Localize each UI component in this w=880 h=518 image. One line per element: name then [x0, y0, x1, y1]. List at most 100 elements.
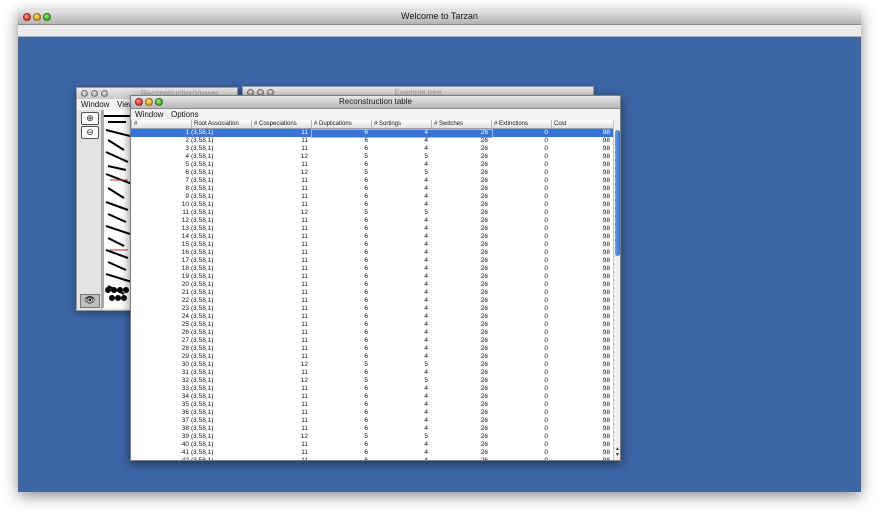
- viewer-close-button[interactable]: [81, 90, 88, 97]
- table-cell: 26: [480, 305, 488, 312]
- table-row[interactable]: 34 (3,58,1) 11 6 4 26 0 98: [131, 393, 613, 401]
- table-cell: 5: [424, 209, 428, 216]
- table-row[interactable]: 42(3,58,1) 11 6 4 26 0 98: [131, 457, 613, 460]
- table-row[interactable]: 38 (3,58,1) 11 6 4 26 0 98: [131, 425, 613, 433]
- table-cell: 4: [185, 153, 189, 160]
- viewer-menu-window[interactable]: Window: [81, 100, 109, 109]
- table-cell: 6: [364, 321, 368, 328]
- table-cell: 4: [424, 425, 428, 432]
- column-header[interactable]: Root Association: [191, 120, 251, 128]
- reconstruction-table[interactable]: # Root Association # Cospeciations # Duplic…: [131, 120, 613, 460]
- table-row[interactable]: 37 (3,58,1) 11 6 4 26 0 98: [131, 417, 613, 425]
- zoom-out-icon[interactable]: ⊖: [81, 126, 99, 139]
- table-cell: 26: [480, 233, 488, 240]
- table-cell: 6: [364, 193, 368, 200]
- vertical-scrollbar[interactable]: ▲ ▼: [613, 120, 620, 460]
- table-row[interactable]: 17 (3,58,1) 11 6 4 26 0 98: [131, 257, 613, 265]
- table-row[interactable]: 11 (3,58,1) 12 5 5 26 0 98: [131, 209, 613, 217]
- table-cell: 11: [301, 321, 308, 328]
- table-row[interactable]: 13 (3,58,1) 11 6 4 26 0 98: [131, 225, 613, 233]
- table-row[interactable]: 25 (3,58,1) 11 6 4 26 0 98: [131, 321, 613, 329]
- table-row[interactable]: 33 (3,58,1) 11 6 4 26 0 98: [131, 385, 613, 393]
- table-cell: 26: [480, 313, 488, 320]
- table-row[interactable]: 24 (3,58,1) 11 6 4 26 0 98: [131, 313, 613, 321]
- column-header[interactable]: # Duplications: [311, 120, 371, 128]
- column-header[interactable]: # Switches: [431, 120, 491, 128]
- table-cell: 4: [424, 201, 428, 208]
- table-titlebar[interactable]: Reconstruction table: [131, 96, 620, 109]
- table-row[interactable]: 39 (3,58,1) 12 5 5 26 0 98: [131, 433, 613, 441]
- table-row[interactable]: 26 (3,58,1) 11 6 4 26 0 98: [131, 329, 613, 337]
- table-row[interactable]: 8 (3,58,1) 11 6 4 26 0 98: [131, 185, 613, 193]
- table-row[interactable]: 36 (3,58,1) 11 6 4 26 0 98: [131, 409, 613, 417]
- table-row[interactable]: 3 (3,58,1) 11 6 4 26 0 98: [131, 145, 613, 153]
- column-header[interactable]: Cost: [551, 120, 611, 128]
- table-row[interactable]: 1 (3,58,1) 11 6 4 26 0 98: [131, 129, 613, 138]
- table-row[interactable]: 28 (3,58,1) 11 6 4 26 0 98: [131, 345, 613, 353]
- table-cell: 11: [301, 281, 308, 288]
- table-row[interactable]: 7 (3,58,1) 11 6 4 26 0 98: [131, 177, 613, 185]
- table-cell: (3,58,1): [191, 409, 214, 416]
- table-row[interactable]: 41 (3,58,1) 11 6 4 26 0 98: [131, 449, 613, 457]
- main-titlebar[interactable]: Welcome to Tarzan: [18, 10, 861, 25]
- table-cell: 0: [544, 217, 548, 224]
- table-cell: 11: [301, 409, 308, 416]
- table-cell: 6: [364, 265, 368, 272]
- column-header[interactable]: # Sortings: [371, 120, 431, 128]
- table-cell: 0: [544, 281, 548, 288]
- table-row[interactable]: 35 (3,58,1) 11 6 4 26 0 98: [131, 401, 613, 409]
- table-row[interactable]: 10 (3,58,1) 11 6 4 26 0 98: [131, 201, 613, 209]
- table-row[interactable]: 15 (3,58,1) 11 6 4 26 0 98: [131, 241, 613, 249]
- table-cell: 26: [480, 281, 488, 288]
- table-cell: 98: [602, 241, 610, 248]
- table-cell: 7: [185, 177, 189, 184]
- scrollbar-thumb[interactable]: [615, 130, 620, 256]
- viewer-zoom-button[interactable]: [101, 90, 108, 97]
- table-cell: 17: [181, 257, 189, 264]
- table-cell: (3,58,1): [191, 353, 214, 360]
- table-row[interactable]: 18 (3,58,1) 11 6 4 26 0 98: [131, 265, 613, 273]
- table-row[interactable]: 22 (3,58,1) 11 6 4 26 0 98: [131, 297, 613, 305]
- table-cell: (3,58,1): [191, 433, 214, 440]
- table-row[interactable]: 19 (3,58,1) 11 6 4 26 0 98: [131, 273, 613, 281]
- table-row[interactable]: 29 (3,58,1) 11 6 4 26 0 98: [131, 353, 613, 361]
- table-cell: 0: [544, 433, 548, 440]
- table-row[interactable]: 40 (3,58,1) 11 6 4 26 0 98: [131, 441, 613, 449]
- table-row[interactable]: 2 (3,58,1) 11 6 4 26 0 98: [131, 137, 613, 145]
- table-row[interactable]: 20 (3,58,1) 11 6 4 26 0 98: [131, 281, 613, 289]
- table-row[interactable]: 6 (3,58,1) 12 5 5 26 0 98: [131, 169, 613, 177]
- table-row[interactable]: 23 (3,58,1) 11 6 4 26 0 98: [131, 305, 613, 313]
- eye-icon[interactable]: 👁: [80, 294, 100, 308]
- table-cell: 11: [301, 233, 308, 240]
- column-header[interactable]: # Cospeciations: [251, 120, 311, 128]
- table-row[interactable]: 4 (3,58,1) 12 5 5 26 0 98: [131, 153, 613, 161]
- table-cell: 98: [602, 233, 610, 240]
- scroll-down-icon[interactable]: ▼: [615, 452, 620, 458]
- table-row[interactable]: 16 (3,58,1) 11 6 4 26 0 98: [131, 249, 613, 257]
- table-menu-window[interactable]: Window: [135, 110, 163, 119]
- table-row[interactable]: 5 (3,58,1) 11 6 4 26 0 98: [131, 161, 613, 169]
- table-cell: 6: [364, 201, 368, 208]
- column-header[interactable]: # Extinctions: [491, 120, 551, 128]
- zoom-in-icon[interactable]: ⊕: [81, 112, 99, 125]
- table-cell: 6: [364, 137, 368, 144]
- table-cell: 98: [602, 305, 610, 312]
- table-row[interactable]: 14 (3,58,1) 11 6 4 26 0 98: [131, 233, 613, 241]
- table-cell: 0: [544, 297, 548, 304]
- table-row[interactable]: 30 (3,58,1) 12 5 5 26 0 98: [131, 361, 613, 369]
- table-cell: 11: [301, 417, 308, 424]
- table-cell: (3,58,1): [191, 273, 214, 280]
- viewer-minimize-button[interactable]: [91, 90, 98, 97]
- table-row[interactable]: 9 (3,58,1) 11 6 4 26 0 98: [131, 193, 613, 201]
- table-cell: 0: [544, 201, 548, 208]
- table-row[interactable]: 31 (3,58,1) 11 6 4 26 0 98: [131, 369, 613, 377]
- table-row[interactable]: 32 (3,58,1) 12 5 5 26 0 98: [131, 377, 613, 385]
- table-cell: 0: [544, 441, 548, 448]
- table-row[interactable]: 12 (3,58,1) 11 6 4 26 0 98: [131, 217, 613, 225]
- reconstruction-table-window[interactable]: Reconstruction table Window Options # Roo…: [130, 95, 621, 461]
- table-row[interactable]: 27 (3,58,1) 11 6 4 26 0 98: [131, 337, 613, 345]
- table-row[interactable]: 21 (3,58,1) 11 6 4 26 0 98: [131, 289, 613, 297]
- table-menu-options[interactable]: Options: [171, 110, 199, 119]
- column-header[interactable]: #: [131, 120, 191, 128]
- table-cell: 26: [480, 377, 488, 384]
